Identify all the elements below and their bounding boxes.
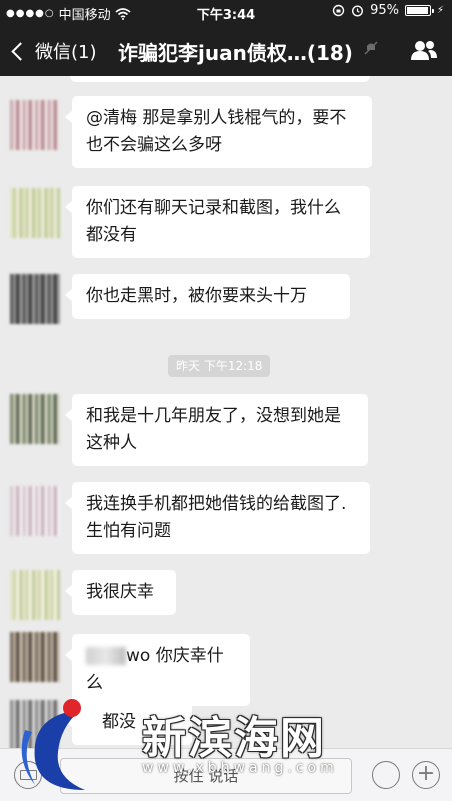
keyboard-icon[interactable]: [14, 761, 42, 789]
rotation-lock-icon: [332, 4, 345, 17]
previous-message-bubble-edge: [70, 76, 370, 82]
timestamp-divider: 昨天 下午12:18: [168, 355, 271, 377]
message-bubble[interactable]: 你们还有聊天记录和截图，我什么都没有: [65, 186, 370, 258]
avatar[interactable]: [10, 274, 60, 324]
message-bubble[interactable]: @清梅 那是拿别人钱棍气的，要不也不会骗这么多呀: [65, 96, 372, 168]
message-bubble[interactable]: 我很庆幸: [65, 570, 176, 615]
message-bubble[interactable]: 都没: [65, 700, 192, 745]
emoji-icon[interactable]: [372, 761, 400, 789]
avatar[interactable]: [10, 394, 60, 444]
alarm-icon: [352, 5, 364, 17]
message-bubble[interactable]: 我连换手机都把她借钱的给截图了.生怕有问题: [65, 482, 370, 554]
chat-title: 诈骗犯李juan债权…(18): [118, 41, 353, 65]
chat-header: 微信(1) 诈骗犯李juan债权…(18): [0, 24, 452, 76]
message-bubble[interactable]: wo 你庆幸什么: [65, 634, 250, 706]
keyboard-glyph: [20, 770, 37, 780]
charging-icon: ⚡: [436, 5, 444, 16]
message-list[interactable]: @清梅 那是拿别人钱棍气的，要不也不会骗这么多呀 你们还有聊天记录和截图，我什么…: [0, 76, 452, 748]
message-bubble[interactable]: 你也走黑时，被你要来头十万: [65, 274, 350, 319]
avatar[interactable]: [10, 632, 60, 682]
avatar[interactable]: [10, 570, 60, 620]
battery-icon: [404, 5, 434, 16]
mute-icon: [364, 41, 378, 55]
status-bar: ●●●●○ 中国移动 下午3:44 95% ⚡: [0, 0, 452, 24]
plus-icon[interactable]: +: [412, 761, 440, 789]
back-button[interactable]: 微信(1): [10, 38, 97, 64]
hold-to-talk-button[interactable]: 按住 说话: [60, 758, 352, 794]
avatar[interactable]: [10, 700, 60, 748]
back-label: 微信(1): [35, 42, 97, 63]
avatar[interactable]: [10, 188, 60, 238]
status-right: 95% ⚡: [332, 3, 444, 18]
avatar[interactable]: [10, 486, 60, 536]
group-members-icon[interactable]: [410, 39, 438, 61]
avatar[interactable]: [10, 100, 60, 150]
input-bar: 按住 说话 +: [0, 748, 452, 801]
blurred-mention: [86, 647, 126, 665]
message-bubble[interactable]: 和我是十几年朋友了，没想到她是这种人: [65, 394, 368, 466]
battery-percent: 95%: [370, 3, 399, 18]
chevron-left-icon: [11, 41, 30, 61]
battery-fill: [406, 7, 428, 14]
